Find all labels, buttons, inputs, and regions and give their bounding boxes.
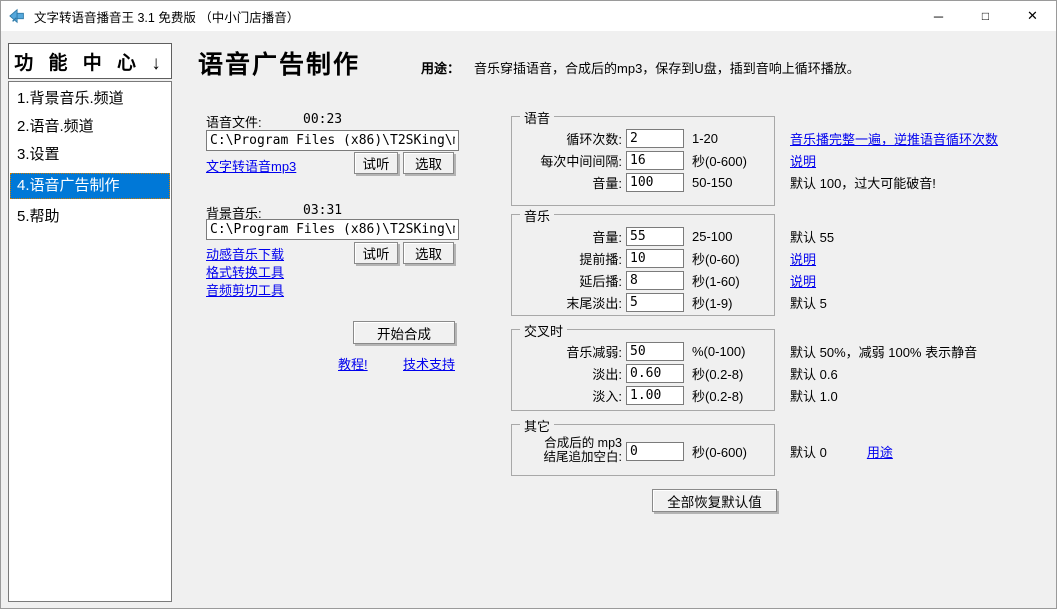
fade-out-label: 淡出: — [516, 364, 622, 383]
voice-volume-input[interactable] — [626, 173, 684, 192]
sidebar-item-settings[interactable]: 3.设置 — [10, 142, 170, 168]
loop-count-range: 1-20 — [692, 131, 780, 146]
interval-help-link[interactable]: 说明 — [790, 151, 816, 170]
music-duck-label: 音乐减弱: — [516, 342, 622, 361]
maximize-icon[interactable]: □ — [962, 1, 1009, 31]
fade-out-range: 秒(0.2-8) — [692, 364, 780, 383]
group-crossfade: 交叉时 音乐减弱: %(0-100) 默认 50%，减弱 100% 表示静音 淡… — [511, 329, 775, 411]
loop-count-hint-link[interactable]: 音乐播完整一遍，逆推语音循环次数 — [790, 129, 998, 148]
play-after-input[interactable] — [626, 271, 684, 290]
play-after-help-link[interactable]: 说明 — [790, 271, 816, 290]
audio-cut-tool-link[interactable]: 音频剪切工具 — [206, 280, 284, 299]
group-music: 音乐 音量: 25-100 默认 55 提前播: 秒(0-60) 说明 延后播:… — [511, 214, 775, 316]
sidebar-item-voice-channel[interactable]: 2.语音.频道 — [10, 114, 170, 140]
interval-input[interactable] — [626, 151, 684, 170]
play-ahead-input[interactable] — [626, 249, 684, 268]
start-compose-button[interactable]: 开始合成 — [353, 321, 455, 344]
sidebar-menu: 1.背景音乐.频道 2.语音.频道 3.设置 4.语音广告制作 5.帮助 — [8, 81, 172, 602]
window-title: 文字转语音播音王 3.1 免费版 （中小门店播音） — [34, 7, 299, 26]
loop-count-input[interactable] — [626, 129, 684, 148]
play-after-range: 秒(1-60) — [692, 271, 780, 290]
sidebar-item-voice-ad-maker[interactable]: 4.语音广告制作 — [10, 173, 170, 199]
voice-volume-label: 音量: — [516, 173, 622, 192]
page-title: 语音广告制作 — [198, 45, 360, 81]
group-other-title: 其它 — [520, 416, 554, 435]
voice-file-label: 语音文件: — [206, 112, 262, 131]
group-crossfade-title: 交叉时 — [520, 321, 567, 340]
loop-count-label: 循环次数: — [516, 129, 622, 148]
trailing-silence-note: 默认 0 — [790, 442, 827, 461]
music-download-link[interactable]: 动感音乐下载 — [206, 244, 284, 263]
voice-volume-note: 默认 100，过大可能破音! — [790, 173, 936, 192]
fade-out-note: 默认 0.6 — [790, 364, 838, 383]
client-area: 功 能 中 心 ↓ 1.背景音乐.频道 2.语音.频道 3.设置 4.语音广告制… — [1, 31, 1056, 608]
voice-file-path-input[interactable] — [206, 130, 459, 151]
voice-select-button[interactable]: 选取 — [403, 152, 454, 174]
text-to-speech-mp3-link[interactable]: 文字转语音mp3 — [206, 156, 296, 175]
title-bar: 文字转语音播音王 3.1 免费版 （中小门店播音） ─ □ ✕ — [1, 1, 1056, 31]
group-voice-title: 语音 — [520, 108, 554, 127]
voice-volume-range: 50-150 — [692, 175, 780, 190]
fade-in-range: 秒(0.2-8) — [692, 386, 780, 405]
window-controls: ─ □ ✕ — [915, 1, 1056, 31]
reset-defaults-button[interactable]: 全部恢复默认值 — [652, 489, 777, 512]
fade-out-input[interactable] — [626, 364, 684, 383]
format-convert-tool-link[interactable]: 格式转换工具 — [206, 262, 284, 281]
interval-range: 秒(0-600) — [692, 151, 780, 170]
music-duck-range: %(0-100) — [692, 344, 780, 359]
fade-out-end-label: 末尾淡出: — [516, 293, 622, 312]
bg-music-path-input[interactable] — [206, 219, 459, 240]
voice-preview-button[interactable]: 试听 — [354, 152, 398, 174]
tutorial-link[interactable]: 教程! — [338, 354, 368, 373]
sidebar-item-background-music-channel[interactable]: 1.背景音乐.频道 — [10, 86, 170, 112]
trailing-silence-purpose-link[interactable]: 用途 — [867, 442, 893, 461]
music-duck-note: 默认 50%，减弱 100% 表示静音 — [790, 342, 977, 361]
fade-in-input[interactable] — [626, 386, 684, 405]
usage-label: 用途： — [421, 61, 460, 76]
close-icon[interactable]: ✕ — [1009, 1, 1056, 31]
app-icon — [9, 7, 27, 25]
music-volume-note: 默认 55 — [790, 227, 834, 246]
trailing-silence-range: 秒(0-600) — [692, 442, 780, 461]
group-music-title: 音乐 — [520, 206, 554, 225]
sidebar-item-help[interactable]: 5.帮助 — [10, 204, 170, 230]
trailing-silence-label: 合成后的 mp3 结尾追加空白: — [516, 437, 622, 465]
fade-out-end-note: 默认 5 — [790, 293, 827, 312]
voice-file-duration: 00:23 — [303, 112, 342, 127]
fade-in-note: 默认 1.0 — [790, 386, 838, 405]
bg-music-duration: 03:31 — [303, 203, 342, 218]
usage-note: 用途： 音乐穿插语音，合成后的mp3，保存到U盘，插到音响上循环播放。 — [421, 58, 860, 77]
app-window: 文字转语音播音王 3.1 免费版 （中小门店播音） ─ □ ✕ 功 能 中 心 … — [0, 0, 1057, 609]
music-volume-label: 音量: — [516, 227, 622, 246]
music-duck-input[interactable] — [626, 342, 684, 361]
play-ahead-help-link[interactable]: 说明 — [790, 249, 816, 268]
play-ahead-label: 提前播: — [516, 249, 622, 268]
group-voice: 语音 循环次数: 1-20 音乐播完整一遍，逆推语音循环次数 每次中间间隔: 秒… — [511, 116, 775, 206]
usage-text: 音乐穿插语音，合成后的mp3，保存到U盘，插到音响上循环播放。 — [474, 61, 860, 76]
music-volume-range: 25-100 — [692, 229, 780, 244]
play-after-label: 延后播: — [516, 271, 622, 290]
trailing-silence-input[interactable] — [626, 442, 684, 461]
minimize-icon[interactable]: ─ — [915, 1, 962, 31]
fade-in-label: 淡入: — [516, 386, 622, 405]
sidebar-header: 功 能 中 心 ↓ — [8, 43, 172, 79]
play-ahead-range: 秒(0-60) — [692, 249, 780, 268]
music-volume-input[interactable] — [626, 227, 684, 246]
group-other: 其它 合成后的 mp3 结尾追加空白: 秒(0-600) 默认 0 用途 — [511, 424, 775, 476]
fade-out-end-input[interactable] — [626, 293, 684, 312]
interval-label: 每次中间间隔: — [516, 151, 622, 170]
bg-music-select-button[interactable]: 选取 — [403, 242, 454, 264]
bg-music-preview-button[interactable]: 试听 — [354, 242, 398, 264]
fade-out-end-range: 秒(1-9) — [692, 293, 780, 312]
tech-support-link[interactable]: 技术支持 — [403, 354, 455, 373]
